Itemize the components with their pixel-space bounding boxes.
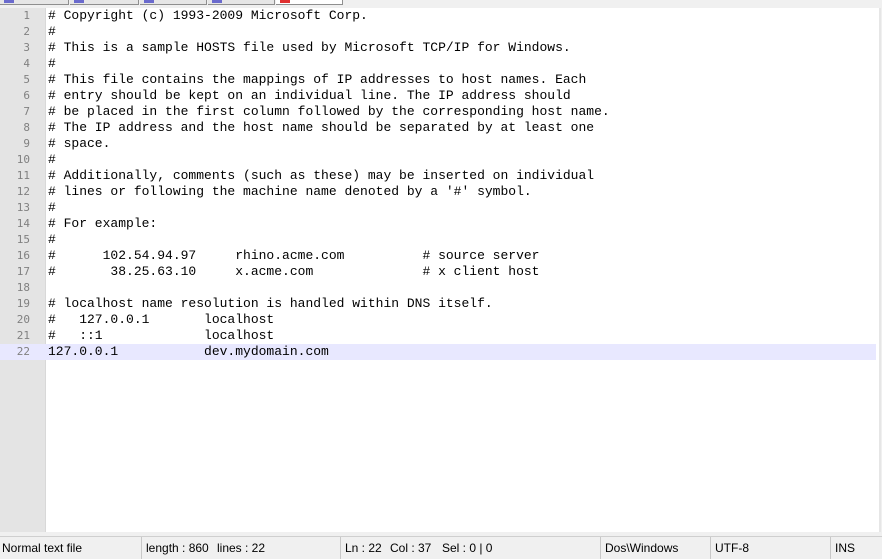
- line-number: 17: [16, 265, 30, 278]
- line-number: 19: [16, 297, 30, 310]
- line-number: 5: [23, 73, 30, 86]
- line-text[interactable]: #: [48, 56, 56, 72]
- editor-line[interactable]: 3 # This is a sample HOSTS file used by M…: [0, 40, 876, 56]
- line-text[interactable]: # For example:: [48, 216, 157, 232]
- tab-icon: [144, 0, 154, 3]
- editor-line[interactable]: 18: [0, 280, 876, 296]
- text-editor[interactable]: 1 # Copyright (c) 1993-2009 Microsoft Cor…: [0, 8, 881, 532]
- editor-line[interactable]: 1 # Copyright (c) 1993-2009 Microsoft Cor…: [0, 8, 876, 24]
- tab-icon: [212, 0, 222, 3]
- line-text[interactable]: # be placed in the first column followed…: [48, 104, 610, 120]
- tab-bar: [0, 0, 882, 8]
- line-text[interactable]: #: [48, 152, 56, 168]
- line-number: 20: [16, 313, 30, 326]
- editor-line[interactable]: 17 # 38.25.63.10 x.acme.com # x client ho…: [0, 264, 876, 280]
- line-text[interactable]: # space.: [48, 136, 110, 152]
- tab-3[interactable]: [140, 0, 207, 5]
- editor-line[interactable]: 5 # This file contains the mappings of IP…: [0, 72, 876, 88]
- line-text[interactable]: # 102.54.94.97 rhino.acme.com # source s…: [48, 248, 539, 264]
- line-number: 6: [23, 89, 30, 102]
- line-number: 9: [23, 137, 30, 150]
- editor-line[interactable]: 2 #: [0, 24, 876, 40]
- editor-line[interactable]: 11 # Additionally, comments (such as thes…: [0, 168, 876, 184]
- line-text[interactable]: # lines or following the machine name de…: [48, 184, 532, 200]
- editor-line[interactable]: 12 # lines or following the machine name …: [0, 184, 876, 200]
- status-eol[interactable]: Dos\Windows: [600, 537, 710, 559]
- line-number: 21: [16, 329, 30, 342]
- line-text[interactable]: # localhost name resolution is handled w…: [48, 296, 493, 312]
- status-encoding[interactable]: UTF-8: [710, 537, 830, 559]
- line-number: 12: [16, 185, 30, 198]
- status-file-type: Normal text file: [2, 541, 83, 555]
- status-col: Col : 37: [390, 541, 432, 555]
- tab-active[interactable]: [276, 0, 343, 5]
- line-number: 22: [16, 345, 30, 358]
- editor-line[interactable]: 6 # entry should be kept on an individual…: [0, 88, 876, 104]
- editor-line[interactable]: 20 # 127.0.0.1 localhost: [0, 312, 876, 328]
- tab-2[interactable]: [70, 0, 139, 5]
- tab-icon: [280, 0, 290, 3]
- line-number: 14: [16, 217, 30, 230]
- line-number: 10: [16, 153, 30, 166]
- line-number: 1: [23, 9, 30, 22]
- editor-line[interactable]: 9 # space.: [0, 136, 876, 152]
- editor-line[interactable]: 21 # ::1 localhost: [0, 328, 876, 344]
- line-number: 7: [23, 105, 30, 118]
- line-text[interactable]: # ::1 localhost: [48, 328, 274, 344]
- line-text[interactable]: #: [48, 200, 56, 216]
- line-text[interactable]: # Additionally, comments (such as these)…: [48, 168, 594, 184]
- line-text[interactable]: # 38.25.63.10 x.acme.com # x client host: [48, 264, 539, 280]
- editor-line[interactable]: 22 127.0.0.1 dev.mydomain.com: [0, 344, 876, 360]
- line-number: 16: [16, 249, 30, 262]
- line-text[interactable]: # The IP address and the host name shoul…: [48, 120, 594, 136]
- status-ln: Ln : 22: [340, 537, 388, 559]
- line-number: 18: [16, 281, 30, 294]
- line-text[interactable]: #: [48, 24, 56, 40]
- editor-line[interactable]: 7 # be placed in the first column followe…: [0, 104, 876, 120]
- status-sel: Sel : 0 | 0: [442, 541, 493, 555]
- tab-1[interactable]: [0, 0, 69, 5]
- line-text[interactable]: # 127.0.0.1 localhost: [48, 312, 274, 328]
- line-text[interactable]: #: [48, 232, 56, 248]
- line-text[interactable]: # This file contains the mappings of IP …: [48, 72, 586, 88]
- status-lines: lines : 22: [217, 541, 266, 555]
- status-length: length : 860: [141, 537, 213, 559]
- editor-line[interactable]: 13 #: [0, 200, 876, 216]
- line-number: 11: [16, 169, 30, 182]
- status-insert-mode[interactable]: INS: [830, 537, 882, 559]
- line-number: 8: [23, 121, 30, 134]
- tab-icon: [74, 0, 84, 3]
- line-number: 13: [16, 201, 30, 214]
- editor-line[interactable]: 15 #: [0, 232, 876, 248]
- line-text[interactable]: 127.0.0.1 dev.mydomain.com: [48, 344, 329, 360]
- editor-line[interactable]: 8 # The IP address and the host name shou…: [0, 120, 876, 136]
- editor-line[interactable]: 16 # 102.54.94.97 rhino.acme.com # source…: [0, 248, 876, 264]
- line-text[interactable]: # entry should be kept on an individual …: [48, 88, 571, 104]
- editor-line[interactable]: 19 # localhost name resolution is handled…: [0, 296, 876, 312]
- line-number: 4: [23, 57, 30, 70]
- tab-4[interactable]: [208, 0, 275, 5]
- tab-icon: [4, 0, 14, 3]
- line-number: 15: [16, 233, 30, 246]
- line-number: 3: [23, 41, 30, 54]
- editor-line[interactable]: 10 #: [0, 152, 876, 168]
- editor-line[interactable]: 14 # For example:: [0, 216, 876, 232]
- editor-line[interactable]: 4 #: [0, 56, 876, 72]
- line-text[interactable]: # Copyright (c) 1993-2009 Microsoft Corp…: [48, 8, 368, 24]
- line-text[interactable]: # This is a sample HOSTS file used by Mi…: [48, 40, 571, 56]
- status-bar: Normal text file length : 860 lines : 22…: [0, 536, 882, 559]
- editor-lines: 1 # Copyright (c) 1993-2009 Microsoft Cor…: [0, 8, 876, 360]
- line-number: 2: [23, 25, 30, 38]
